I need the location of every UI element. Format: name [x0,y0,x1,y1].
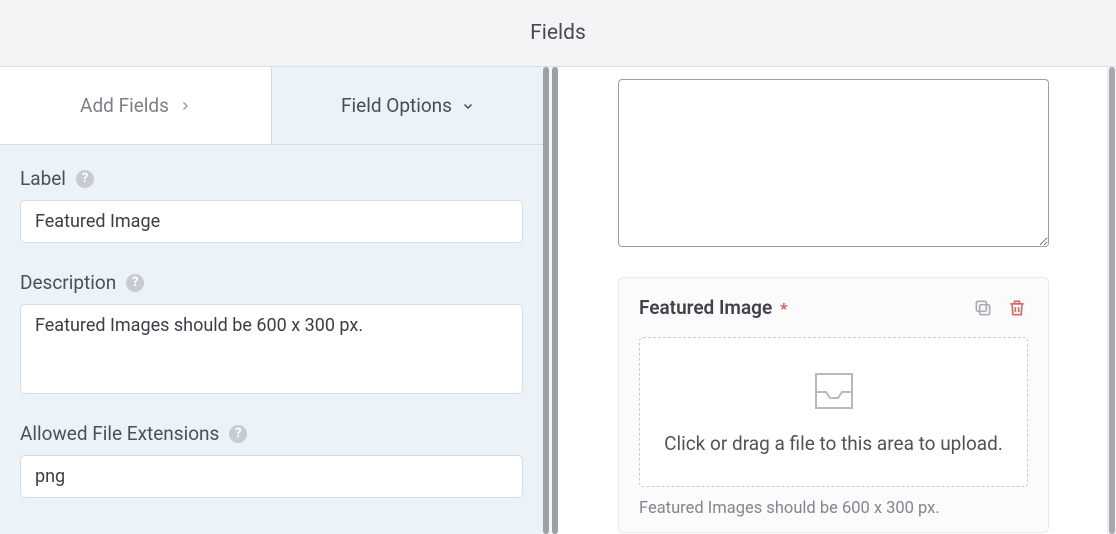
page-title: Fields [530,21,586,45]
chevron-down-icon [462,100,474,112]
form-preview: Featured Image * [558,67,1108,534]
left-panel: Add Fields Field Options Label ? [0,67,543,534]
preview-actions [972,297,1028,319]
panel-divider[interactable] [543,67,558,534]
tabs: Add Fields Field Options [0,67,543,145]
description-input[interactable]: Featured Images should be 600 x 300 px. [20,304,523,394]
label-title: Label [20,167,66,190]
preview-field-title: Featured Image [639,296,772,319]
description-title: Description [20,271,116,294]
preview-field-description: Featured Images should be 600 x 300 px. [639,499,1028,518]
field-options-panel: Label ? Description ? Featured Images sh… [0,145,543,518]
required-marker: * [780,299,787,318]
group-extensions-header: Allowed File Extensions ? [20,422,523,445]
duplicate-icon[interactable] [972,297,994,319]
label-input[interactable] [20,200,523,243]
right-scrollbar[interactable] [1108,67,1116,534]
dropzone-text: Click or drag a file to this area to upl… [664,432,1003,455]
group-extensions: Allowed File Extensions ? [20,422,523,498]
extensions-title: Allowed File Extensions [20,422,219,445]
inbox-icon [810,370,858,416]
preview-title-wrap: Featured Image * [639,296,787,319]
preview-header: Featured Image * [639,296,1028,319]
tab-field-options[interactable]: Field Options [272,67,543,144]
chevron-right-icon [179,100,191,112]
extensions-input[interactable] [20,455,523,498]
topbar: Fields [0,0,1116,67]
help-icon[interactable]: ? [76,170,94,188]
preview-textarea-field[interactable] [618,79,1049,247]
file-dropzone[interactable]: Click or drag a file to this area to upl… [639,337,1028,487]
trash-icon[interactable] [1006,297,1028,319]
group-description: Description ? Featured Images should be … [20,271,523,394]
help-icon[interactable]: ? [126,274,144,292]
preview-featured-image-field[interactable]: Featured Image * [618,277,1049,533]
workspace: Add Fields Field Options Label ? [0,67,1116,534]
tab-field-options-label: Field Options [341,94,452,117]
group-label-header: Label ? [20,167,523,190]
tab-add-fields-label: Add Fields [80,94,169,117]
group-label: Label ? [20,167,523,243]
group-description-header: Description ? [20,271,523,294]
help-icon[interactable]: ? [229,425,247,443]
tab-add-fields[interactable]: Add Fields [0,67,272,144]
